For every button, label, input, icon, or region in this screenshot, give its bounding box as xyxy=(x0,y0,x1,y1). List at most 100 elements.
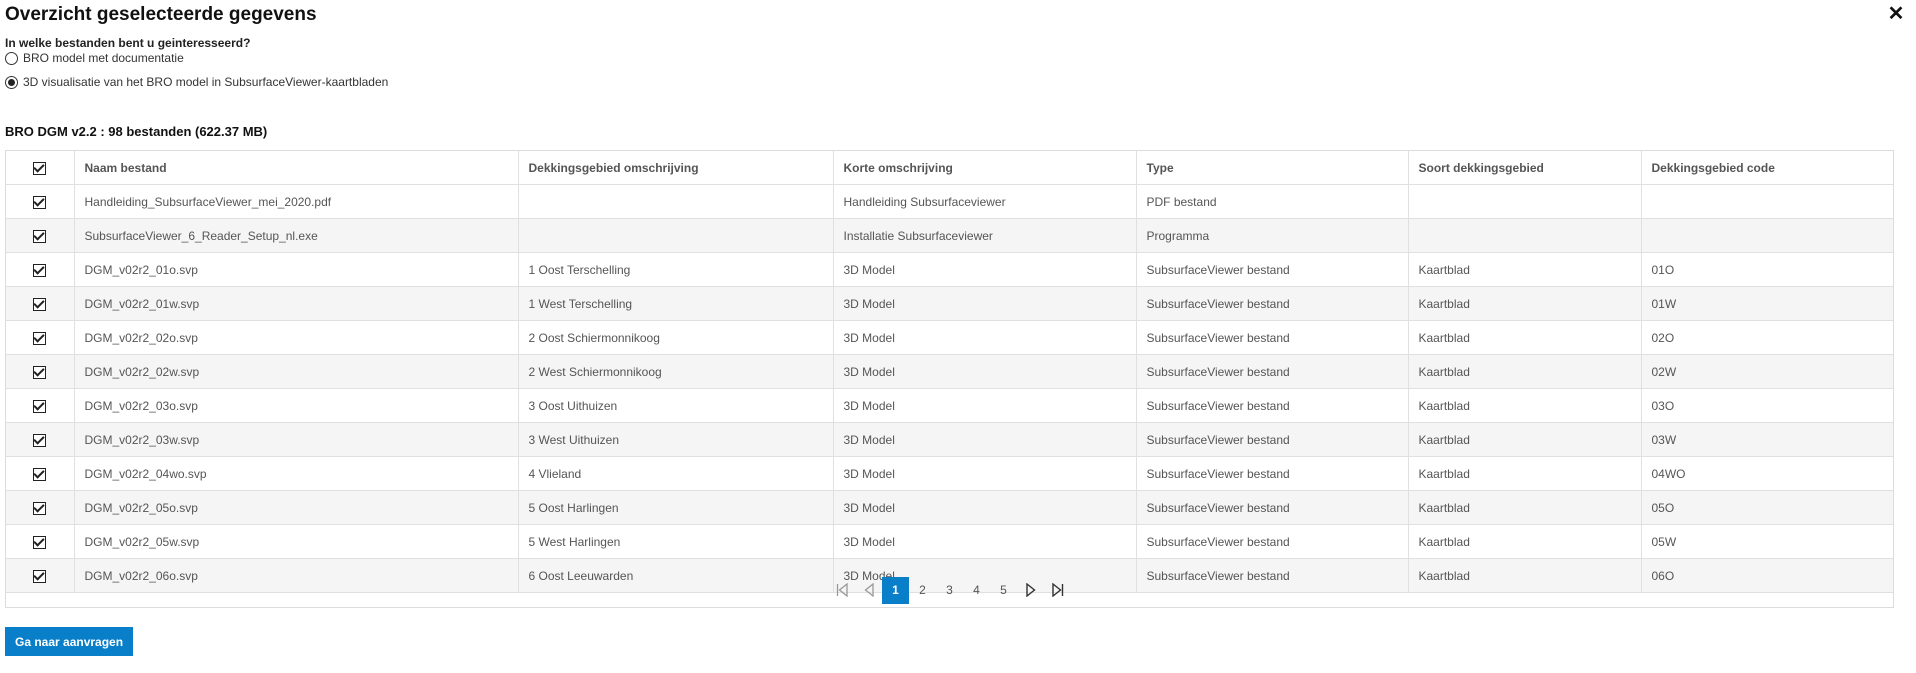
row-checkbox[interactable] xyxy=(33,399,47,413)
table-cell: Kaartblad xyxy=(1408,286,1642,321)
row-select-cell[interactable] xyxy=(6,388,75,423)
first-page-icon xyxy=(836,583,848,597)
page-button[interactable]: 3 xyxy=(936,577,963,604)
row-checkbox[interactable] xyxy=(33,433,47,447)
row-select-cell[interactable] xyxy=(6,422,75,457)
column-header-dekkingsgebied-omschrijving[interactable]: Dekkingsgebied omschrijving xyxy=(518,151,834,185)
row-select-cell[interactable] xyxy=(6,524,75,559)
table-row[interactable]: DGM_v02r2_05o.svp 5 Oost Harlingen 3D Mode… xyxy=(6,490,1893,525)
table-row[interactable]: Handleiding_SubsurfaceViewer_mei_2020.pd… xyxy=(6,184,1893,219)
table-row[interactable]: DGM_v02r2_05w.svp 5 West Harlingen 3D Mode… xyxy=(6,524,1893,559)
column-header-dekkingsgebied-code[interactable]: Dekkingsgebied code xyxy=(1641,151,1893,185)
table-cell: SubsurfaceViewer bestand xyxy=(1136,524,1409,559)
table-cell: SubsurfaceViewer bestand xyxy=(1136,490,1409,525)
page-button[interactable]: 1 xyxy=(882,576,909,604)
table-row[interactable]: DGM_v02r2_02w.svp 2 West Schiermonnikoog 3… xyxy=(6,354,1893,389)
row-checkbox[interactable] xyxy=(33,263,47,277)
table-cell: 01W xyxy=(1641,286,1893,321)
table-cell: SubsurfaceViewer bestand xyxy=(1136,354,1409,389)
table-cell: 3D Model xyxy=(833,286,1137,321)
row-select-cell[interactable] xyxy=(6,286,75,321)
row-checkbox[interactable] xyxy=(33,195,47,209)
row-select-cell[interactable] xyxy=(6,218,75,253)
table-cell: 3D Model xyxy=(833,490,1137,525)
column-header-soort-dekkingsgebied[interactable]: Soort dekkingsgebied xyxy=(1408,151,1642,185)
column-header-korte-omschrijving[interactable]: Korte omschrijving xyxy=(833,151,1137,185)
table-row[interactable]: DGM_v02r2_01o.svp 1 Oost Terschelling 3D M… xyxy=(6,252,1893,287)
select-all-cell[interactable] xyxy=(6,151,75,185)
table-row[interactable]: DGM_v02r2_03o.svp 3 Oost Uithuizen 3D Mode… xyxy=(6,388,1893,423)
question-label: In welke bestanden bent u geinteresseerd… xyxy=(5,36,251,50)
select-all-checkbox[interactable] xyxy=(33,161,47,175)
table-cell: 3D Model xyxy=(833,252,1137,287)
table-cell xyxy=(1408,184,1642,219)
table-cell: 3D Model xyxy=(833,524,1137,559)
row-select-cell[interactable] xyxy=(6,252,75,287)
radio-button-selected[interactable] xyxy=(5,75,18,89)
table-cell: DGM_v02r2_05w.svp xyxy=(74,524,519,559)
page-button[interactable]: 4 xyxy=(963,577,990,604)
previous-page-button[interactable] xyxy=(855,577,882,604)
table-cell: 05O xyxy=(1641,490,1893,525)
row-checkbox[interactable] xyxy=(33,467,47,481)
table-cell: SubsurfaceViewer bestand xyxy=(1136,320,1409,355)
row-select-cell[interactable] xyxy=(6,490,75,525)
radio-option-model-documentation[interactable]: BRO model met documentatie xyxy=(5,51,184,65)
table-cell xyxy=(1408,218,1642,253)
table-cell: Installatie Subsurfaceviewer xyxy=(833,218,1137,253)
column-header-naam-bestand[interactable]: Naam bestand xyxy=(74,151,519,185)
first-page-button[interactable] xyxy=(828,577,855,604)
table-cell: 3D Model xyxy=(833,456,1137,491)
files-table: Naam bestand Dekkingsgebied omschrijving… xyxy=(5,150,1894,608)
last-page-button[interactable] xyxy=(1044,577,1071,604)
request-button[interactable]: Ga naar aanvragen xyxy=(5,627,134,656)
page-button[interactable]: 5 xyxy=(990,577,1017,604)
row-select-cell[interactable] xyxy=(6,354,75,389)
table-cell: 03O xyxy=(1641,388,1893,423)
table-row[interactable]: DGM_v02r2_01w.svp 1 West Terschelling 3D M… xyxy=(6,286,1893,321)
table-cell: 5 Oost Harlingen xyxy=(518,490,834,525)
page-numbers: 12345 xyxy=(882,576,1017,604)
table-cell: PDF bestand xyxy=(1136,184,1409,219)
table-cell: SubsurfaceViewer bestand xyxy=(1136,388,1409,423)
table-cell: DGM_v02r2_02w.svp xyxy=(74,354,519,389)
close-button[interactable]: ✕ xyxy=(1886,4,1906,24)
row-checkbox[interactable] xyxy=(33,535,47,549)
table-cell: DGM_v02r2_04wo.svp xyxy=(74,456,519,491)
previous-page-icon xyxy=(863,583,874,597)
pagination: 12345 xyxy=(6,573,1893,607)
radio-label: BRO model met documentatie xyxy=(23,51,184,65)
next-page-icon xyxy=(1025,583,1036,597)
table-cell: DGM_v02r2_03o.svp xyxy=(74,388,519,423)
table-cell: 5 West Harlingen xyxy=(518,524,834,559)
row-checkbox[interactable] xyxy=(33,365,47,379)
table-row[interactable]: DGM_v02r2_04wo.svp 4 Vlieland 3D Model Subs… xyxy=(6,456,1893,491)
dataset-title: BRO DGM v2.2 : 98 bestanden (622.37 MB) xyxy=(5,124,268,139)
table-body: Handleiding_SubsurfaceViewer_mei_2020.pd… xyxy=(6,184,1893,593)
row-checkbox[interactable] xyxy=(33,297,47,311)
table-cell: Programma xyxy=(1136,218,1409,253)
table-cell: SubsurfaceViewer bestand xyxy=(1136,286,1409,321)
table-row[interactable]: DGM_v02r2_03w.svp 3 West Uithuizen 3D Mode… xyxy=(6,422,1893,457)
table-cell: 3D Model xyxy=(833,320,1137,355)
table-cell: DGM_v02r2_01w.svp xyxy=(74,286,519,321)
row-checkbox[interactable] xyxy=(33,229,47,243)
table-cell: 3 Oost Uithuizen xyxy=(518,388,834,423)
row-select-cell[interactable] xyxy=(6,456,75,491)
table-row[interactable]: DGM_v02r2_02o.svp 2 Oost Schiermonnikoog 3… xyxy=(6,320,1893,355)
table-cell: 3D Model xyxy=(833,422,1137,457)
row-select-cell[interactable] xyxy=(6,184,75,219)
page-button[interactable]: 2 xyxy=(909,577,936,604)
table-row[interactable]: SubsurfaceViewer_6_Reader_Setup_nl.exe In… xyxy=(6,218,1893,253)
row-checkbox[interactable] xyxy=(33,331,47,345)
next-page-button[interactable] xyxy=(1017,577,1044,604)
table-cell xyxy=(518,184,834,219)
table-cell: SubsurfaceViewer bestand xyxy=(1136,252,1409,287)
table-cell: SubsurfaceViewer bestand xyxy=(1136,456,1409,491)
radio-button[interactable] xyxy=(5,51,18,65)
row-select-cell[interactable] xyxy=(6,320,75,355)
column-header-type[interactable]: Type xyxy=(1136,151,1409,185)
table-cell: DGM_v02r2_02o.svp xyxy=(74,320,519,355)
row-checkbox[interactable] xyxy=(33,501,47,515)
radio-option-3d-visualisation[interactable]: 3D visualisatie van het BRO model in Sub… xyxy=(5,75,388,89)
